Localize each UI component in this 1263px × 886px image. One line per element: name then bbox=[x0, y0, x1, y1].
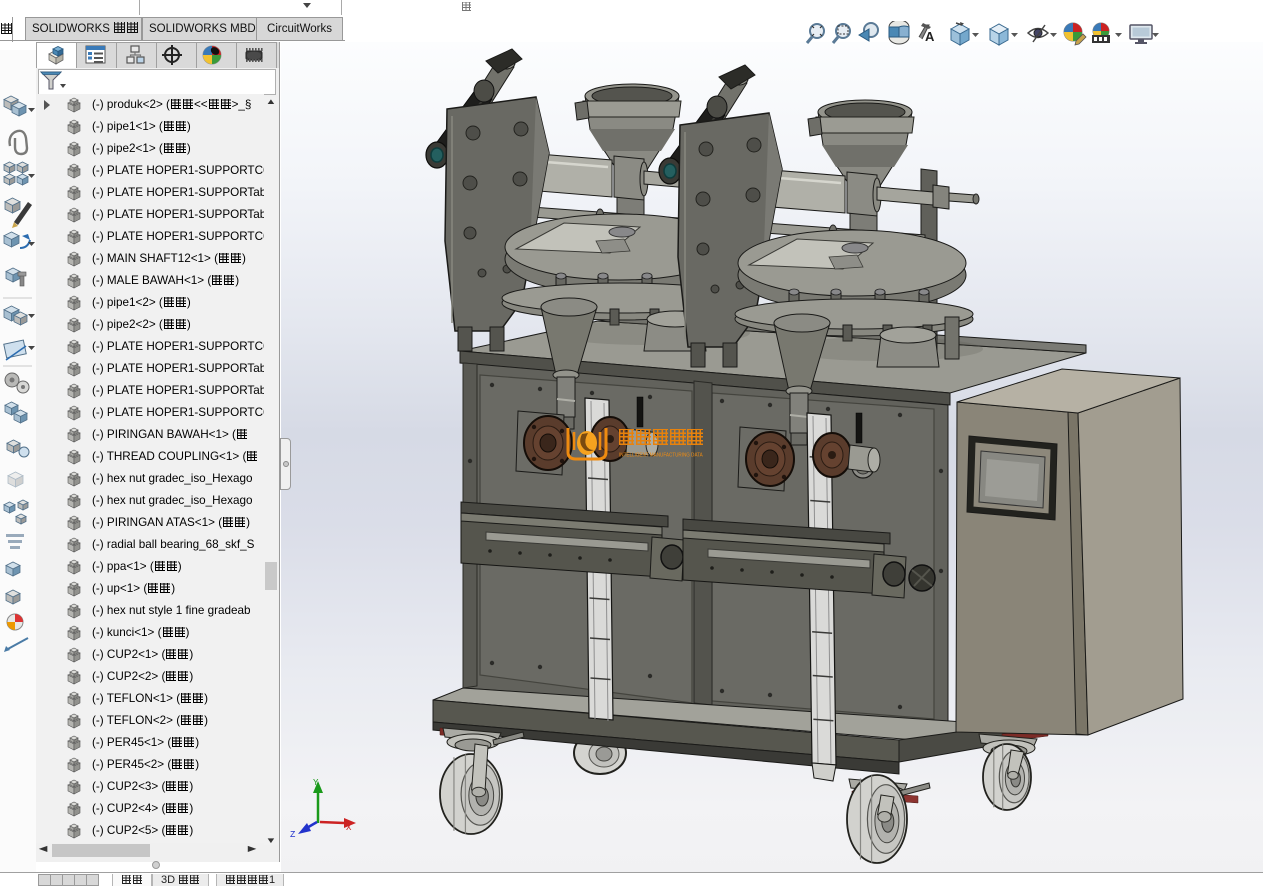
svg-text:X: X bbox=[346, 823, 352, 833]
svg-text:Z: Z bbox=[290, 830, 296, 840]
svg-text:A: A bbox=[925, 29, 935, 44]
svg-text:Y: Y bbox=[313, 778, 319, 788]
